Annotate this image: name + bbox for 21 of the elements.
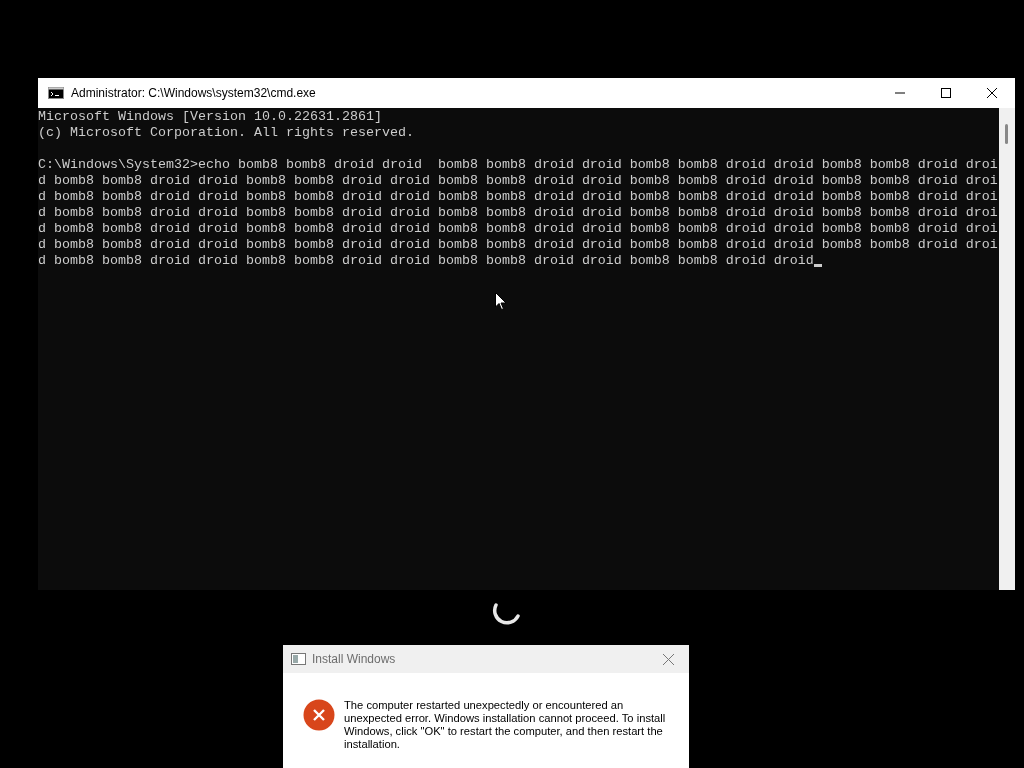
console-line: C:\Windows\System32>echo bomb8 bomb8 droid droid bomb8 bomb8 droid droid bomb8 bomb8 droid droid bomb8 bomb8 droid droi: [38, 157, 998, 173]
close-icon: [662, 653, 674, 665]
window-icon: [291, 653, 306, 665]
text-cursor: [813, 264, 822, 267]
console-line: Microsoft Windows [Version 10.0.22631.2861]: [38, 109, 382, 125]
console-line: d bomb8 bomb8 droid droid bomb8 bomb8 droid droid bomb8 bomb8 droid droid bomb8 bomb8 droid droid bomb8 bomb8 droid droi: [38, 221, 998, 237]
console-line: d bomb8 bomb8 droid droid bomb8 bomb8 droid droid bomb8 bomb8 droid droid bomb8 bomb8 droid droid bomb8 bomb8 droid droi: [38, 237, 998, 253]
error-icon: [303, 699, 335, 731]
console-line: d bomb8 bomb8 droid droid bomb8 bomb8 droid droid bomb8 bomb8 droid droid bomb8 bomb8 droid droid bomb8 bomb8 droid droi: [38, 205, 998, 221]
console-line: d bomb8 bomb8 droid droid bomb8 bomb8 droid droid bomb8 bomb8 droid droid bomb8 bomb8 droid droid: [38, 253, 814, 269]
dialog-title: Install Windows: [312, 652, 397, 666]
console-line: d bomb8 bomb8 droid droid bomb8 bomb8 droid droid bomb8 bomb8 droid droid bomb8 bomb8 droid droid bomb8 bomb8 droid droi: [38, 173, 998, 189]
terminal-icon: [48, 87, 64, 99]
window-title: Administrator: C:\Windows\system32\cmd.exe: [71, 86, 317, 100]
scrollbar[interactable]: [999, 108, 1015, 590]
maximize-icon: [941, 88, 951, 98]
console-line: d bomb8 bomb8 droid droid bomb8 bomb8 droid droid bomb8 bomb8 droid droid bomb8 bomb8 droid droid bomb8 bomb8 droid droi: [38, 189, 998, 205]
mouse-pointer-icon: [495, 292, 507, 311]
error-message: The computer restarted unexpectedly or encountered an unexpected error. Windows installation cannot proceed. To install Windows, click "OK" to restart the computer, and then restart the installation.: [344, 699, 667, 751]
console-line: (c) Microsoft Corporation. All rights reserved.: [38, 125, 414, 141]
close-icon: [987, 88, 997, 98]
